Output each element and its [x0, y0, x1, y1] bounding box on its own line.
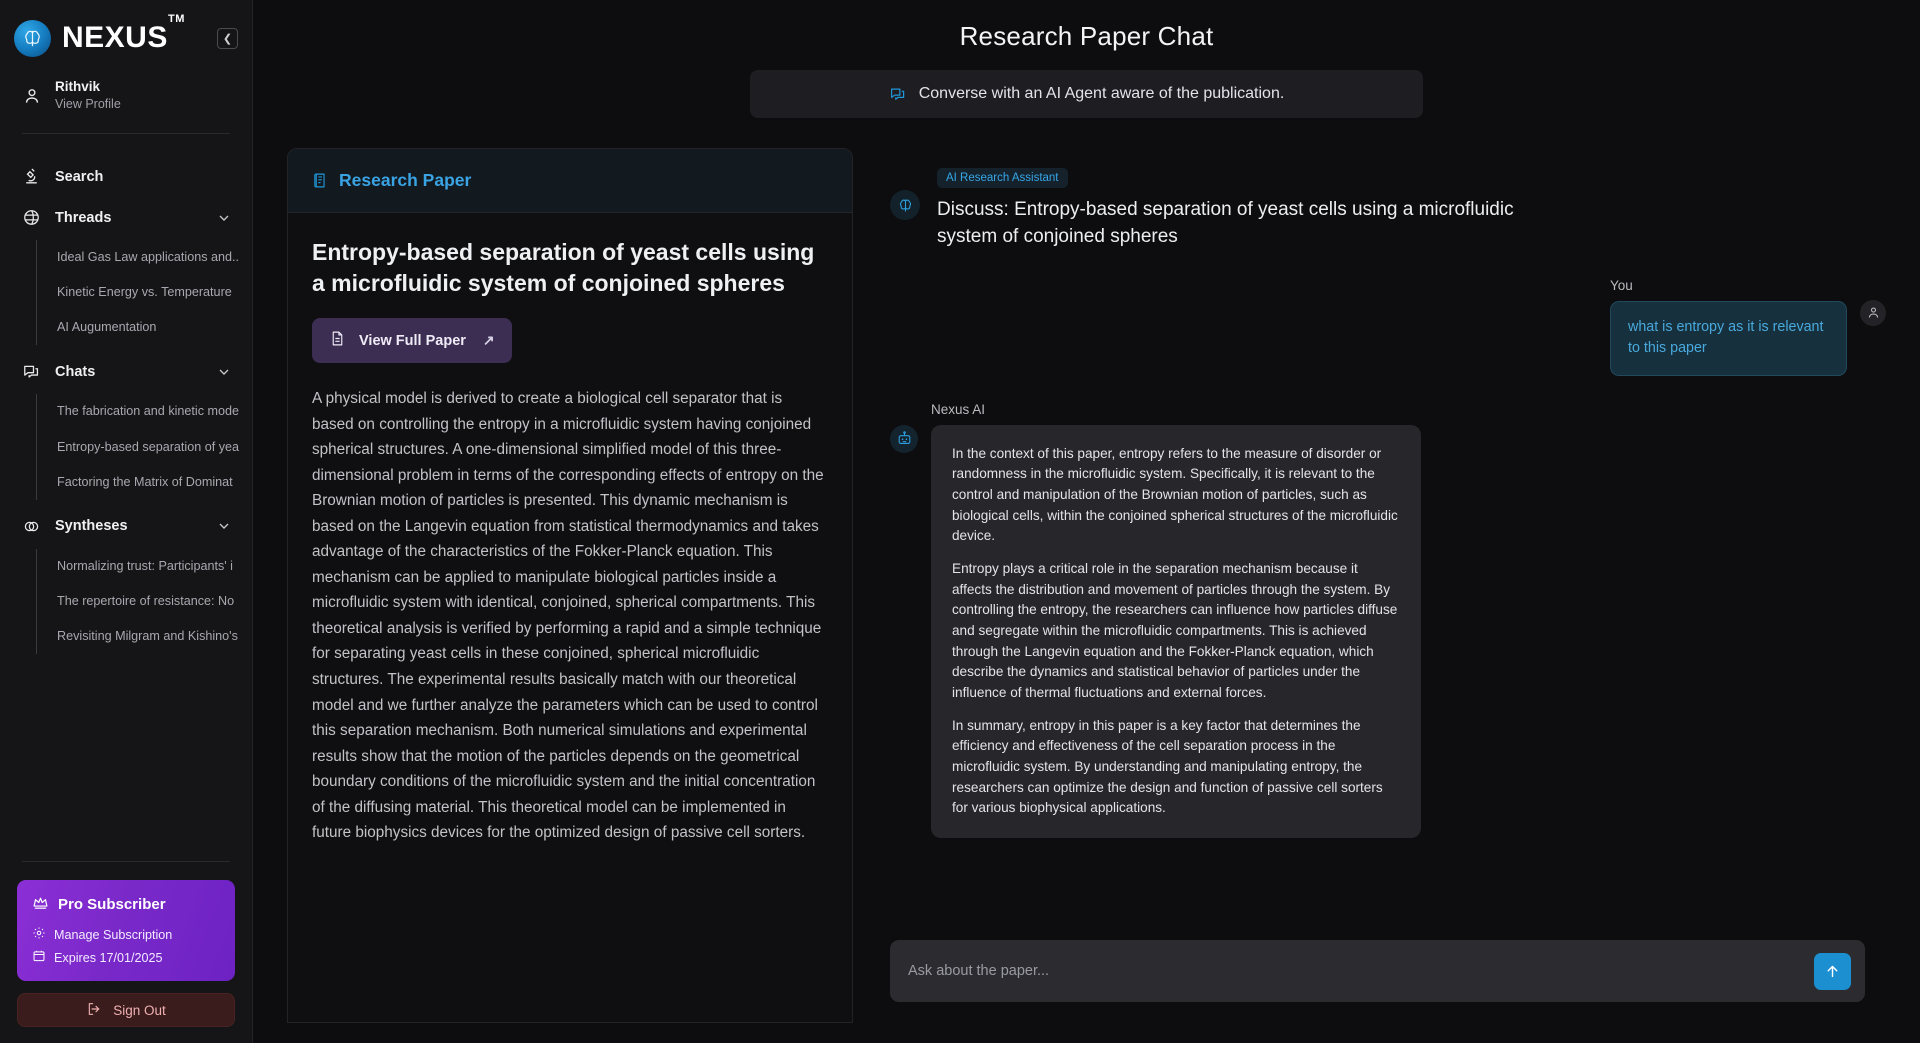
avatar: [1860, 299, 1886, 326]
view-profile-link[interactable]: View Profile: [55, 96, 121, 113]
sidebar-group-threads: Threads Ideal Gas Law applications and..…: [0, 197, 252, 346]
sidebar-sublist-syntheses: Normalizing trust: Participants' i The r…: [36, 548, 252, 655]
list-item[interactable]: Revisiting Milgram and Kishino's: [37, 619, 252, 654]
assistant-paragraph: In summary, entropy in this paper is a k…: [952, 717, 1383, 816]
document-icon: [312, 172, 329, 189]
chats-icon: [889, 85, 907, 103]
user-message-bubble: what is entropy as it is relevant to thi…: [1610, 300, 1847, 376]
content-columns: Research Paper Entropy-based separation …: [253, 118, 1920, 1023]
app-root: NEXUS TM ❮ Rithvik View Profile Search T…: [0, 0, 1920, 1043]
list-item[interactable]: The repertoire of resistance: No: [37, 584, 252, 619]
robot-icon: [890, 424, 918, 453]
list-item[interactable]: Kinetic Energy vs. Temperature: [37, 275, 252, 310]
sidebar-group-syntheses-header[interactable]: Syntheses: [0, 506, 252, 547]
subtitle-text: Converse with an AI Agent aware of the p…: [918, 85, 1285, 102]
main-content: Research Paper Chat Converse with an AI …: [253, 0, 1920, 1043]
manage-subscription-row[interactable]: Manage Subscription: [32, 926, 220, 943]
view-full-paper-button[interactable]: View Full Paper ↗: [312, 318, 512, 364]
calendar-icon: [32, 949, 46, 966]
sidebar: NEXUS TM ❮ Rithvik View Profile Search T…: [0, 0, 253, 1043]
gear-icon: [32, 926, 46, 943]
paper-panel-header: Research Paper: [288, 149, 852, 213]
list-item[interactable]: Entropy-based separation of yea: [37, 430, 252, 465]
sidebar-group-chats-header[interactable]: Chats: [0, 351, 252, 392]
profile-name: Rithvik: [55, 79, 101, 94]
sidebar-group-label: Chats: [55, 363, 96, 380]
list-item[interactable]: Ideal Gas Law applications and..: [37, 240, 252, 275]
sidebar-item-search[interactable]: Search: [0, 156, 252, 197]
assistant-message: Nexus AI In the context of this paper, e…: [890, 402, 1886, 838]
paper-abstract: A physical model is derived to create a …: [312, 390, 824, 842]
user-message-label: You: [1610, 277, 1633, 293]
brand-name: NEXUS TM: [62, 14, 184, 54]
sidebar-group-threads-header[interactable]: Threads: [0, 197, 252, 238]
manage-subscription-label: Manage Subscription: [54, 927, 173, 942]
arrow-up-right-icon: ↗: [482, 332, 495, 349]
brand-row: NEXUS TM ❮: [0, 0, 252, 62]
assistant-message-label: Nexus AI: [931, 401, 986, 417]
assistant-paragraph: Entropy plays a critical role in the sep…: [952, 561, 1398, 701]
search-input[interactable]: [908, 963, 1814, 979]
brain-icon: [14, 19, 51, 57]
sidebar-sublist-chats: The fabrication and kinetic mode Entropy…: [36, 394, 252, 500]
sidebar-sublist-threads: Ideal Gas Law applications and.. Kinetic…: [36, 240, 252, 346]
chevron-down-icon[interactable]: [216, 364, 232, 380]
file-icon: [329, 330, 346, 351]
microscope-icon: [22, 167, 41, 186]
sign-out-button[interactable]: Sign Out: [17, 993, 235, 1027]
chevron-down-icon[interactable]: [216, 518, 232, 534]
sidebar-group-label: Threads: [55, 209, 112, 226]
subtitle-banner: Converse with an AI Agent aware of the p…: [750, 70, 1423, 118]
chat-topic-text: Discuss: Entropy-based separation of yea…: [937, 199, 1514, 247]
sidebar-group-label: Syntheses: [55, 518, 128, 535]
profile-row[interactable]: Rithvik View Profile: [0, 62, 252, 129]
list-item[interactable]: AI Augumentation: [37, 310, 252, 345]
sign-out-icon: [86, 1001, 102, 1020]
chat-panel: AI Research Assistant Discuss: Entropy-b…: [890, 148, 1886, 1023]
user-icon: [22, 86, 42, 106]
sidebar-search-label: Search: [55, 168, 104, 185]
send-button[interactable]: [1814, 952, 1851, 990]
status-badge: AI Research Assistant: [937, 168, 1068, 188]
subscription-title: Pro Subscriber: [58, 896, 166, 913]
sidebar-nav: Search Threads Ideal Gas Law application: [0, 134, 252, 861]
brand-text: NEXUS: [62, 21, 168, 54]
sidebar-footer: Pro Subscriber Manage Subscription Expir…: [0, 861, 252, 1043]
list-item[interactable]: The fabrication and kinetic mode: [37, 394, 252, 429]
sign-out-label: Sign Out: [113, 1002, 166, 1018]
sidebar-group-chats: Chats The fabrication and kinetic mode E…: [0, 351, 252, 500]
paper-title: Entropy-based separation of yeast cells …: [312, 239, 815, 296]
composer-box[interactable]: [890, 940, 1865, 1002]
chevron-left-icon[interactable]: ❮: [217, 27, 238, 49]
view-full-paper-label: View Full Paper: [359, 332, 466, 349]
expiry-row: Expires 17/01/2025: [32, 949, 220, 966]
paper-body: Entropy-based separation of yeast cells …: [288, 213, 852, 846]
subscription-card[interactable]: Pro Subscriber Manage Subscription Expir…: [17, 880, 235, 981]
paper-panel-label: Research Paper: [339, 170, 472, 190]
list-item[interactable]: Factoring the Matrix of Dominat: [37, 465, 252, 500]
subscription-title-row: Pro Subscriber: [32, 894, 220, 915]
composer: [890, 940, 1865, 1002]
paper-panel: Research Paper Entropy-based separation …: [287, 148, 853, 1023]
brain-icon: [890, 190, 920, 220]
trademark-mark: TM: [167, 13, 185, 25]
chat-topic-row: AI Research Assistant Discuss: Entropy-b…: [890, 148, 1886, 251]
list-item[interactable]: Normalizing trust: Participants' i: [37, 549, 252, 584]
assistant-message-bubble: In the context of this paper, entropy re…: [931, 424, 1421, 838]
sidebar-group-syntheses: Syntheses Normalizing trust: Participant…: [0, 506, 252, 655]
globe-icon: [22, 208, 41, 227]
syntheses-icon: [22, 517, 41, 536]
chevron-down-icon[interactable]: [216, 210, 232, 226]
footer-divider: [22, 861, 230, 862]
user-message: You what is entropy as it is relevant to…: [890, 278, 1886, 376]
chats-icon: [22, 362, 41, 381]
assistant-paragraph: In the context of this paper, entropy re…: [952, 445, 1398, 544]
crown-icon: [32, 894, 49, 915]
page-title: Research Paper Chat: [959, 21, 1214, 51]
expiry-label: Expires 17/01/2025: [54, 950, 163, 965]
